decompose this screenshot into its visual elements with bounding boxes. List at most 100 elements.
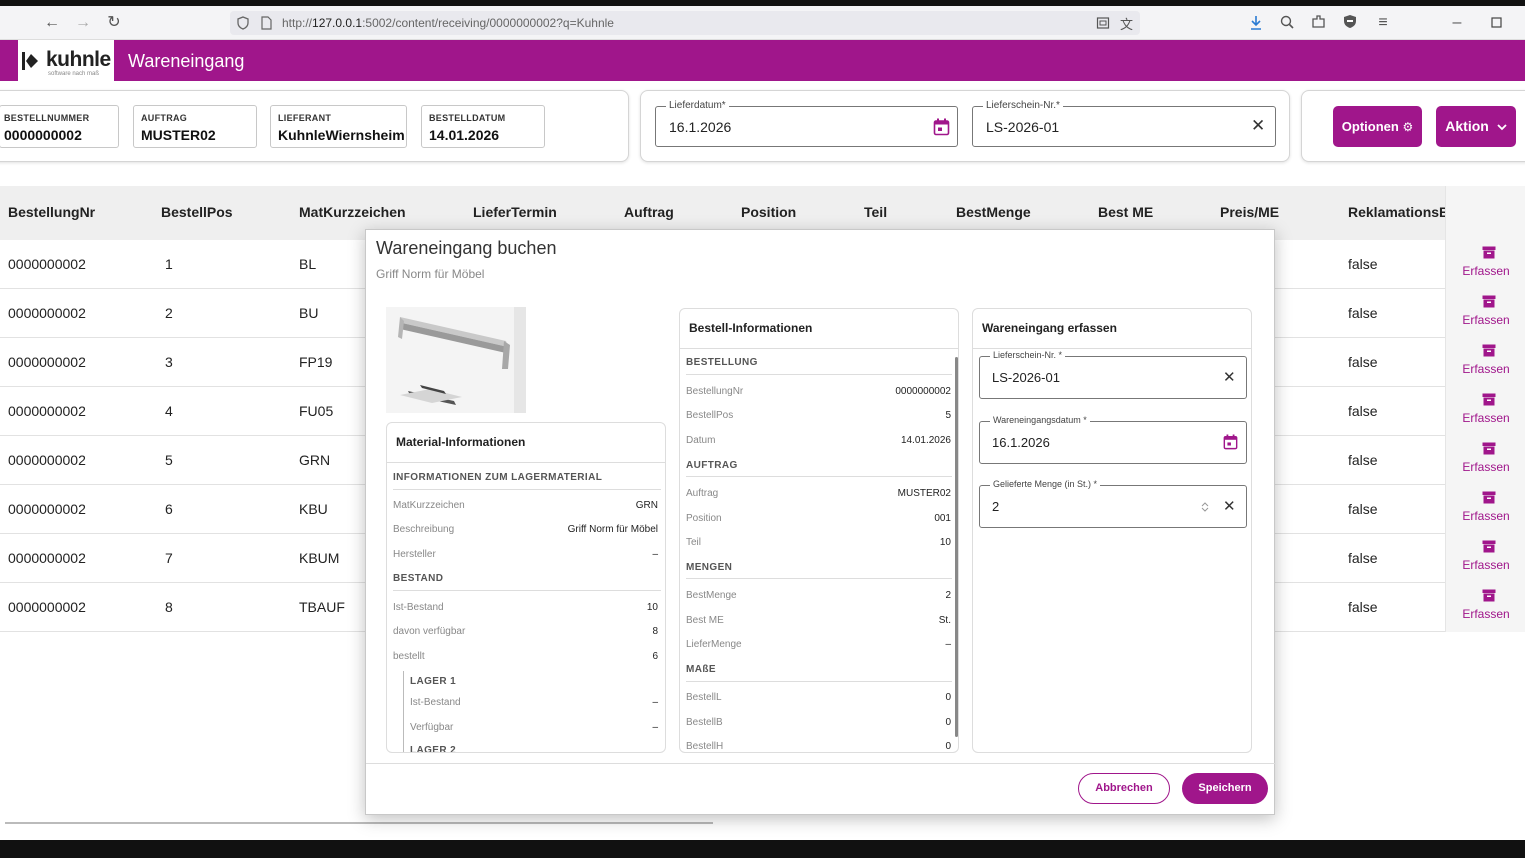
table-cell: 0000000002 bbox=[8, 452, 86, 468]
section-heading: AUFTRAG bbox=[686, 460, 738, 471]
cancel-button[interactable]: Abbrechen bbox=[1078, 773, 1170, 804]
address-bar[interactable]: http://127.0.0.1:5002/content/receiving/… bbox=[230, 11, 1140, 35]
calendar-icon[interactable] bbox=[933, 118, 950, 136]
column-header[interactable]: Best ME bbox=[1098, 204, 1153, 220]
archive-icon bbox=[1482, 393, 1496, 406]
dialog-lieferschein-field[interactable]: Lieferschein-Nr. * LS-2026-01 ✕ bbox=[979, 350, 1247, 399]
section-heading: BESTELLUNG bbox=[686, 357, 758, 368]
material-info-panel[interactable]: Material-Informationen INFORMATIONEN ZUM… bbox=[386, 422, 666, 753]
extensions-icon[interactable] bbox=[1311, 14, 1326, 29]
table-cell: false bbox=[1348, 403, 1378, 419]
optionen-button[interactable]: Optionen ⚙ bbox=[1333, 106, 1422, 147]
archive-icon bbox=[1482, 589, 1496, 602]
column-header[interactable]: Auftrag bbox=[624, 204, 674, 220]
panel-title: Material-Informationen bbox=[396, 435, 526, 449]
column-header[interactable]: LieferTermin bbox=[473, 204, 557, 220]
erfassen-button[interactable]: Erfassen bbox=[1446, 534, 1525, 583]
translate-icon[interactable]: 文 bbox=[1120, 14, 1133, 33]
lieferdatum-value[interactable]: 16.1.2026 bbox=[669, 119, 731, 135]
reload-icon[interactable]: ↻ bbox=[104, 13, 124, 33]
archive-icon bbox=[1482, 442, 1496, 455]
column-header[interactable]: BestellPos bbox=[161, 204, 233, 220]
section-heading: LAGER 1 bbox=[410, 676, 457, 687]
table-cell: 0000000002 bbox=[8, 403, 86, 419]
table-cell: 3 bbox=[165, 354, 173, 370]
erfassen-button[interactable]: Erfassen bbox=[1446, 485, 1525, 534]
erfassen-button[interactable]: Erfassen bbox=[1446, 387, 1525, 436]
column-header[interactable]: Position bbox=[741, 204, 796, 220]
column-header[interactable]: BestellungNr bbox=[8, 204, 95, 220]
table-cell: GRN bbox=[299, 452, 331, 468]
vertical-scrollbar[interactable] bbox=[955, 357, 958, 737]
erfassen-label: Erfassen bbox=[1462, 607, 1510, 621]
zoom-icon[interactable] bbox=[1280, 15, 1294, 29]
archive-icon bbox=[1482, 491, 1496, 504]
privacy-shield-icon[interactable] bbox=[1343, 14, 1357, 29]
wareneingang-dialog: Wareneingang buchen Griff Norm für Möbel… bbox=[365, 229, 1276, 815]
erfassen-button[interactable]: Erfassen bbox=[1446, 289, 1525, 338]
maximize-icon[interactable] bbox=[1491, 17, 1502, 28]
menge-value[interactable]: 2 bbox=[992, 499, 999, 514]
section-heading: MENGEN bbox=[686, 562, 733, 573]
action-column: Erfassen Erfassen Erfassen Erfassen Erfassen… bbox=[1445, 186, 1525, 632]
archive-icon bbox=[1482, 246, 1496, 259]
download-icon[interactable] bbox=[1249, 15, 1263, 31]
table-cell: false bbox=[1348, 256, 1378, 272]
panel-title: Wareneingang erfassen bbox=[982, 321, 1117, 335]
bestell-info-panel[interactable]: Bestell-Informationen BESTELLUNG Bestell… bbox=[679, 308, 959, 753]
archive-icon bbox=[1482, 295, 1496, 308]
kuhnle-logo[interactable]: kuhnle software nach maß bbox=[18, 40, 114, 81]
handle-image-icon bbox=[386, 307, 526, 413]
wareneingangsdatum-value[interactable]: 16.1.2026 bbox=[992, 435, 1050, 450]
column-header[interactable]: ReklamationsB bbox=[1348, 204, 1445, 220]
table-cell: 7 bbox=[165, 550, 173, 566]
menu-icon[interactable]: ≡ bbox=[1373, 13, 1393, 33]
clear-icon[interactable]: ✕ bbox=[1223, 497, 1236, 515]
stepper-icon[interactable] bbox=[1200, 501, 1210, 513]
bestelldatum-value: 14.01.2026 bbox=[429, 127, 500, 143]
back-icon[interactable]: ← bbox=[42, 13, 62, 33]
save-button[interactable]: Speichern bbox=[1182, 773, 1268, 804]
aktion-button[interactable]: Aktion bbox=[1436, 106, 1516, 147]
section-heading: MAßE bbox=[686, 664, 716, 675]
window-bottom-edge bbox=[0, 840, 1525, 858]
table-cell: BL bbox=[299, 256, 317, 272]
clear-icon[interactable]: ✕ bbox=[1251, 116, 1265, 136]
reader-view-icon[interactable] bbox=[1096, 16, 1110, 30]
erfassen-button[interactable]: Erfassen bbox=[1446, 338, 1525, 387]
table-cell: BU bbox=[299, 305, 319, 321]
logo-tagline: software nach maß bbox=[48, 71, 100, 77]
column-header[interactable]: BestMenge bbox=[956, 204, 1031, 220]
lieferschein-field[interactable]: Lieferschein-Nr.* LS-2026-01 ✕ bbox=[972, 100, 1276, 147]
page-title: Wareneingang bbox=[128, 51, 245, 71]
lieferdatum-field[interactable]: Lieferdatum* 16.1.2026 bbox=[655, 100, 958, 147]
horizontal-scrollbar[interactable] bbox=[5, 822, 713, 824]
column-header[interactable]: Teil bbox=[864, 204, 887, 220]
table-cell: 0000000002 bbox=[8, 256, 86, 272]
dialog-footer-divider bbox=[366, 763, 1276, 764]
table-cell: false bbox=[1348, 501, 1378, 517]
table-cell: false bbox=[1348, 354, 1378, 370]
column-header[interactable]: Preis/ME bbox=[1220, 204, 1279, 220]
erfassen-button[interactable]: Erfassen bbox=[1446, 583, 1525, 632]
section-heading: INFORMATIONEN ZUM LAGERMATERIAL bbox=[393, 472, 603, 483]
table-cell: false bbox=[1348, 305, 1378, 321]
clear-icon[interactable]: ✕ bbox=[1223, 368, 1236, 386]
minimize-icon[interactable]: – bbox=[1447, 13, 1467, 33]
calendar-icon[interactable] bbox=[1223, 434, 1238, 450]
column-header[interactable]: MatKurzzeichen bbox=[299, 204, 406, 220]
table-cell: 0000000002 bbox=[8, 501, 86, 517]
lieferschein-value[interactable]: LS-2026-01 bbox=[986, 119, 1059, 135]
wareneingangsdatum-field[interactable]: Wareneingangsdatum * 16.1.2026 bbox=[979, 415, 1247, 464]
forward-icon[interactable]: → bbox=[73, 13, 93, 33]
table-cell: 0000000002 bbox=[8, 550, 86, 566]
menge-field[interactable]: Gelieferte Menge (in St.) * 2 ✕ bbox=[979, 479, 1247, 528]
dialog-subtitle: Griff Norm für Möbel bbox=[376, 267, 485, 281]
section-heading: LAGER 2 bbox=[410, 745, 457, 753]
bestellnummer-chip: BESTELLNUMMER 0000000002 bbox=[0, 105, 119, 148]
erfassen-label: Erfassen bbox=[1462, 313, 1510, 327]
table-cell: 5 bbox=[165, 452, 173, 468]
erfassen-button[interactable]: Erfassen bbox=[1446, 240, 1525, 289]
erfassen-button[interactable]: Erfassen bbox=[1446, 436, 1525, 485]
dialog-lieferschein-value[interactable]: LS-2026-01 bbox=[992, 370, 1060, 385]
